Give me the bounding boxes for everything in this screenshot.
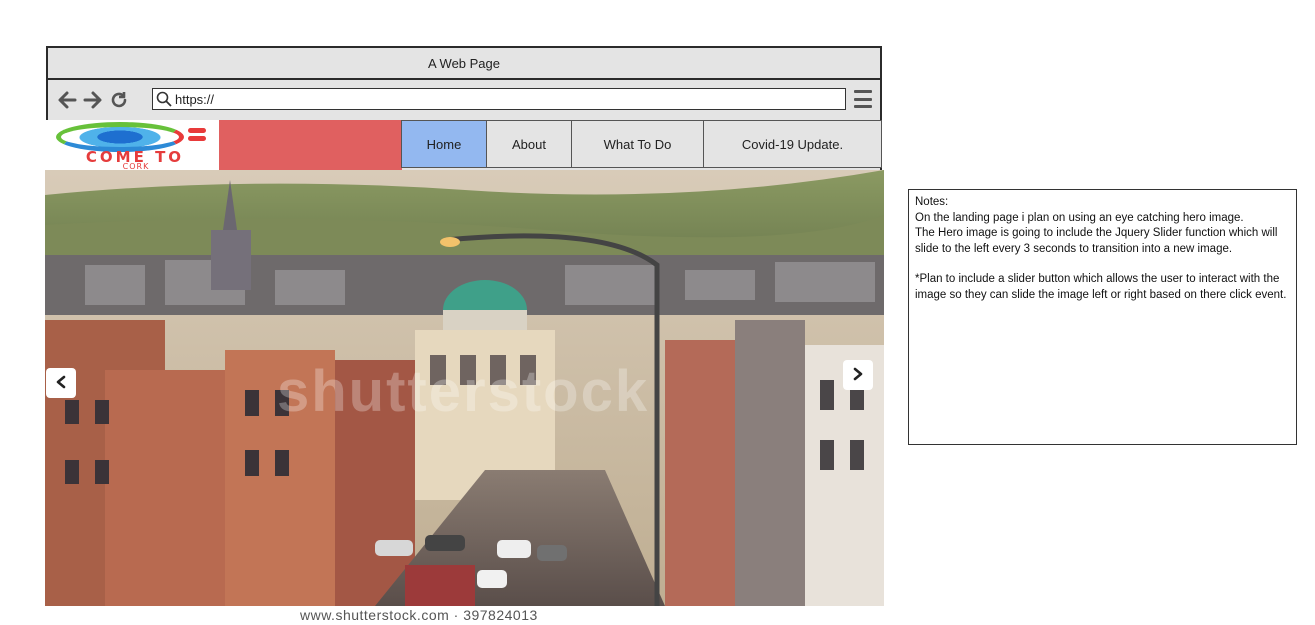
arrow-right-icon[interactable] bbox=[82, 89, 104, 111]
url-input[interactable]: https:// bbox=[152, 88, 846, 110]
url-text: https:// bbox=[175, 91, 215, 107]
arrow-left-icon[interactable] bbox=[56, 89, 78, 111]
main-nav: Home About What To Do Covid-19 Update. bbox=[401, 120, 882, 170]
window-titlebar: A Web Page bbox=[48, 48, 880, 80]
site-header: COME TO CORK Home About What To Do Covid… bbox=[46, 120, 882, 171]
nav-item-about[interactable]: About bbox=[486, 120, 572, 168]
slider-prev-button[interactable] bbox=[46, 368, 76, 398]
chevron-left-icon bbox=[55, 373, 67, 394]
slider-next-button[interactable] bbox=[843, 360, 873, 390]
header-banner bbox=[219, 120, 402, 170]
chevron-right-icon bbox=[852, 365, 864, 386]
image-caption: www.shutterstock.com · 397824013 bbox=[300, 607, 538, 623]
nav-item-covid-update[interactable]: Covid-19 Update. bbox=[703, 120, 882, 168]
notes-paragraph-3: *Plan to include a slider button which a… bbox=[915, 273, 1287, 301]
reload-icon[interactable] bbox=[108, 89, 130, 111]
hero-watermark: shutterstock bbox=[277, 359, 650, 424]
nav-item-home[interactable]: Home bbox=[401, 120, 487, 168]
hero-image: shutterstock bbox=[45, 170, 884, 606]
notes-title: Notes: bbox=[915, 196, 949, 208]
browser-toolbar: https:// bbox=[48, 80, 880, 122]
logo-dots-icon bbox=[188, 128, 206, 144]
notes-paragraph-2: The Hero image is going to include the J… bbox=[915, 227, 1278, 255]
nav-item-what-to-do[interactable]: What To Do bbox=[571, 120, 704, 168]
notes-box: Notes: On the landing page i plan on usi… bbox=[908, 189, 1297, 445]
notes-paragraph-1: On the landing page i plan on using an e… bbox=[915, 211, 1244, 224]
window-title: A Web Page bbox=[427, 55, 501, 71]
hamburger-menu-icon[interactable] bbox=[854, 90, 872, 108]
site-logo[interactable]: COME TO CORK bbox=[46, 120, 220, 171]
search-icon bbox=[153, 91, 175, 107]
